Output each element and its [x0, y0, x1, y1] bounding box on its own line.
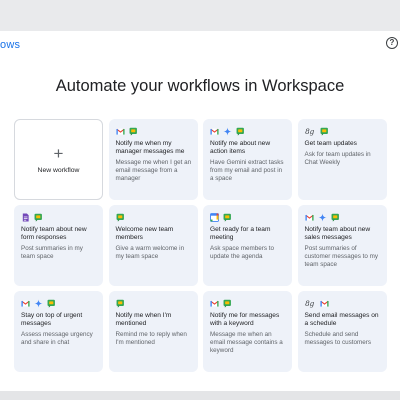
gmail-icon: [319, 299, 329, 308]
chat-icon: [236, 127, 245, 136]
card-description: Schedule and send messages to customers: [304, 331, 372, 347]
bottom-edge: [0, 391, 400, 400]
question-mark-icon[interactable]: ?: [386, 37, 398, 49]
page-title: Automate your workflows in Workspace: [55, 77, 345, 95]
chat-icon: [47, 299, 56, 308]
card-description: Post summaries in my team space: [21, 245, 83, 261]
card-title: Stay on top of urgent messages: [21, 312, 83, 328]
card-description: Ask for team updates in Chat Weekly: [304, 151, 371, 167]
gmail-icon: [21, 299, 30, 308]
forms-icon: [21, 212, 30, 222]
workflow-template-grid: + New workflow Notify me when my manager…: [14, 119, 387, 372]
gemini-icon: [317, 212, 327, 222]
chat-icon: [223, 299, 232, 308]
calendar-icon: [210, 212, 219, 222]
card-icons: [210, 298, 286, 308]
chat-icon: [116, 213, 125, 222]
card-title: Notify team about new sales messages: [304, 226, 371, 242]
card-description: Message me when I get an email message f…: [115, 159, 192, 183]
gmail-icon: [304, 213, 314, 222]
workflow-template-card[interactable]: 8g Send email messages on a schedule Sched…: [297, 291, 387, 372]
workflow-template-card[interactable]: Notify me when I'm mentioned Remind me to…: [108, 291, 198, 372]
workflow-template-card[interactable]: Notify team about new form responses Post…: [14, 205, 103, 286]
svg-text:8g: 8g: [305, 299, 315, 308]
top-bar: ows ?: [0, 31, 400, 61]
card-description: Have Gemini extract tasks from my email …: [210, 159, 284, 183]
card-description: Give a warm welcome in my team space: [115, 245, 185, 261]
workflow-template-card[interactable]: 8g Get team updates Ask for team updates i…: [297, 119, 387, 200]
card-title: Send email messages on a schedule: [304, 312, 379, 328]
gemini-icon: [223, 126, 232, 136]
card-title: Notify me when I'm mentioned: [115, 312, 172, 328]
card-title: Get team updates: [304, 140, 357, 147]
chat-icon: [331, 213, 340, 222]
card-title: Get ready for a team meeting: [210, 226, 271, 242]
card-title: Notify me about new action items: [210, 140, 271, 156]
workflow-template-card[interactable]: Stay on top of urgent messages Assess mes…: [14, 291, 103, 372]
card-icons: 8g: [305, 126, 381, 136]
new-workflow-label: New workflow: [37, 167, 80, 174]
workflow-template-card[interactable]: Get ready for a team meeting Ask space me…: [203, 205, 292, 286]
chat-icon: [320, 127, 329, 136]
chat-icon: [223, 213, 232, 222]
card-icons: [210, 212, 286, 222]
chat-icon: [116, 299, 125, 308]
new-workflow-card[interactable]: + New workflow: [14, 119, 103, 200]
card-description: Post summaries of customer messages to m…: [304, 245, 379, 269]
card-icons: [116, 212, 192, 222]
card-description: Assess message urgency and share in chat: [21, 331, 93, 347]
card-description: Message me when an email message contain…: [210, 331, 283, 355]
workflow-template-card[interactable]: Notify me when my manager messages me Mes…: [108, 119, 198, 200]
card-description: Ask space members to update the agenda: [210, 245, 275, 261]
workflows-page: ows ? Automate your workflows in Workspa…: [0, 31, 400, 391]
card-icons: [115, 126, 192, 136]
card-title: Notify me for messages with a keyword: [210, 312, 280, 328]
card-icons: [304, 212, 381, 222]
card-icons: [21, 298, 97, 308]
workflow-template-card[interactable]: Notify me about new action items Have Gem…: [203, 119, 292, 200]
gmail-icon: [115, 127, 125, 136]
card-icons: [21, 212, 97, 222]
card-icons: [116, 298, 192, 308]
card-description: Remind me to reply when I'm mentioned: [115, 331, 187, 347]
gemini-icon: [34, 298, 43, 308]
card-title: Notify me when my manager messages me: [115, 140, 185, 156]
workflow-template-card[interactable]: Notify me for messages with a keyword Mes…: [203, 291, 292, 372]
plus-icon: +: [53, 144, 64, 163]
card-title: Notify team about new form responses: [21, 226, 87, 242]
svg-text:8g: 8g: [305, 127, 315, 136]
card-icons: [210, 126, 286, 136]
gmail-icon: [210, 299, 219, 308]
card-title: Welcome new team members: [115, 226, 174, 242]
app-brand[interactable]: ows: [0, 39, 20, 51]
chat-icon: [34, 213, 43, 222]
workflow-template-card[interactable]: Welcome new team members Give a warm welc…: [108, 205, 198, 286]
chat-icon: [129, 127, 138, 136]
gmail-icon: [210, 127, 219, 136]
schedule-icon: 8g: [305, 299, 316, 308]
schedule-icon: 8g: [305, 127, 316, 136]
workflow-template-card[interactable]: Notify team about new sales messages Post…: [297, 205, 387, 286]
card-icons: 8g: [305, 298, 381, 308]
